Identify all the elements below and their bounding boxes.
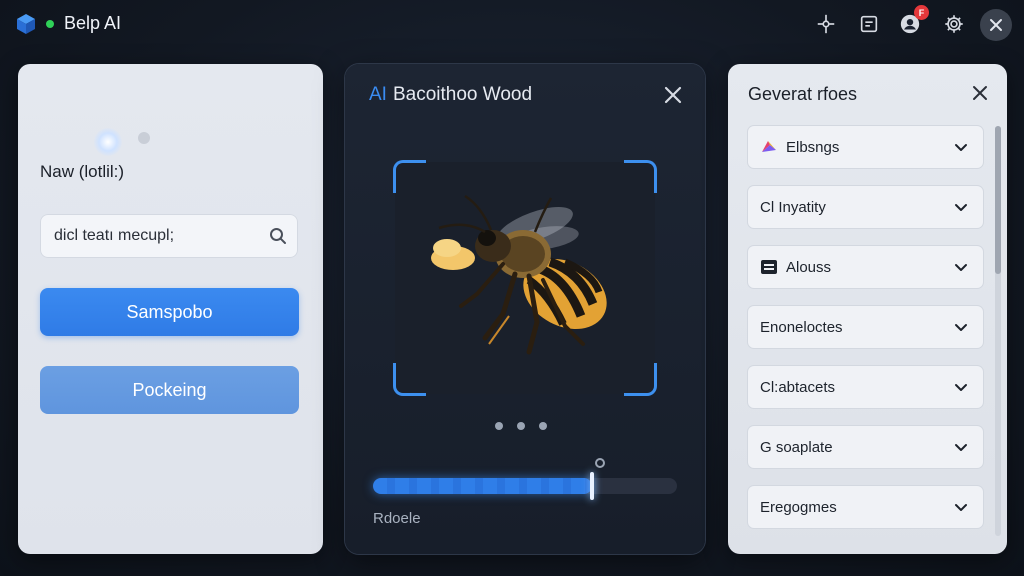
dropdown-item[interactable]: G soaplate	[748, 426, 983, 468]
progress-slider[interactable]	[373, 458, 677, 500]
dropdown-label: Alouss	[786, 258, 832, 276]
note-icon[interactable]	[857, 12, 881, 36]
search-input[interactable]: dicl teatı mecupl;	[40, 214, 298, 258]
title-bar: Belp AI F	[0, 0, 1024, 48]
options-list: Elbsngs Cl Inyatity Alouss Enoneloctes C…	[748, 126, 983, 546]
search-icon[interactable]	[268, 226, 288, 246]
dropdown-label: Elbsngs	[786, 138, 840, 156]
status-indicator	[46, 20, 54, 28]
progress-knob-icon	[595, 458, 605, 468]
carousel-dots[interactable]	[495, 422, 547, 430]
progress-handle[interactable]	[590, 472, 594, 500]
network-icon[interactable]	[814, 12, 838, 36]
progress-fill	[373, 478, 592, 494]
scrollbar-thumb[interactable]	[995, 126, 1001, 274]
frame-corner	[624, 160, 657, 193]
frame-corner	[393, 160, 426, 193]
dropdown-label: Cl:abtacets	[760, 378, 836, 396]
right-panel: Geverat rfoes Elbsngs Cl Inyatity Alouss…	[728, 64, 1007, 554]
glow-indicator	[94, 128, 122, 156]
dropdown-label: Cl Inyatity	[760, 198, 826, 216]
frame-corner	[393, 363, 426, 396]
close-icon	[990, 19, 1002, 31]
generated-image-frame[interactable]	[393, 160, 657, 396]
close-icon[interactable]	[663, 85, 683, 105]
list-box-icon	[760, 258, 778, 276]
right-panel-title: Geverat rfoes	[748, 84, 858, 104]
dropdown-label: Eregogmes	[760, 498, 837, 516]
dropdown-item[interactable]: Eregogmes	[748, 486, 983, 528]
scrollbar[interactable]	[995, 126, 1001, 536]
dropdown-label: G soaplate	[760, 438, 833, 456]
image-generation-panel: AI Bacoithoo Wood Rdoele	[345, 64, 705, 554]
frame-corner	[624, 363, 657, 396]
chevron-down-icon	[955, 204, 967, 211]
search-input-value: dicl teatı mecupl;	[54, 227, 175, 244]
dropdown-item[interactable]: Cl:abtacets	[748, 366, 983, 408]
secondary-action-button[interactable]: Pockeing	[40, 366, 299, 414]
dropdown-item[interactable]: Cl Inyatity	[748, 186, 983, 228]
center-panel-title: AI Bacoithoo Wood	[369, 84, 532, 106]
progress-caption: Rdoele	[373, 510, 421, 527]
center-panel-title-text: Bacoithoo Wood	[392, 84, 533, 105]
chevron-down-icon	[955, 444, 967, 451]
left-panel-title: Naw (lotlil:)	[40, 162, 125, 181]
dropdown-item[interactable]: Elbsngs	[748, 126, 983, 168]
chevron-down-icon	[955, 264, 967, 271]
close-icon[interactable]	[971, 84, 989, 102]
notification-badge: F	[914, 5, 929, 20]
carousel-dot[interactable]	[517, 422, 525, 430]
carousel-dot[interactable]	[495, 422, 503, 430]
chevron-down-icon	[955, 504, 967, 511]
window-close-button[interactable]	[980, 9, 1012, 41]
carousel-dot[interactable]	[539, 422, 547, 430]
dropdown-item[interactable]: Enoneloctes	[748, 306, 983, 348]
left-panel: Naw (lotlil:) dicl teatı mecupl; Samspob…	[18, 64, 323, 554]
dot-indicator	[138, 132, 150, 144]
chevron-down-icon	[955, 384, 967, 391]
chevron-down-icon	[955, 144, 967, 151]
dropdown-item[interactable]: Alouss	[748, 246, 983, 288]
ai-label: AI	[369, 84, 387, 105]
chevron-down-icon	[955, 324, 967, 331]
app-logo-icon	[14, 12, 38, 36]
dropdown-label: Enoneloctes	[760, 318, 843, 336]
gear-icon[interactable]	[942, 12, 966, 36]
bee-image	[431, 194, 607, 355]
primary-action-button[interactable]: Samspobo	[40, 288, 299, 336]
app-title: Belp AI	[64, 13, 122, 33]
palette-icon	[760, 138, 778, 156]
